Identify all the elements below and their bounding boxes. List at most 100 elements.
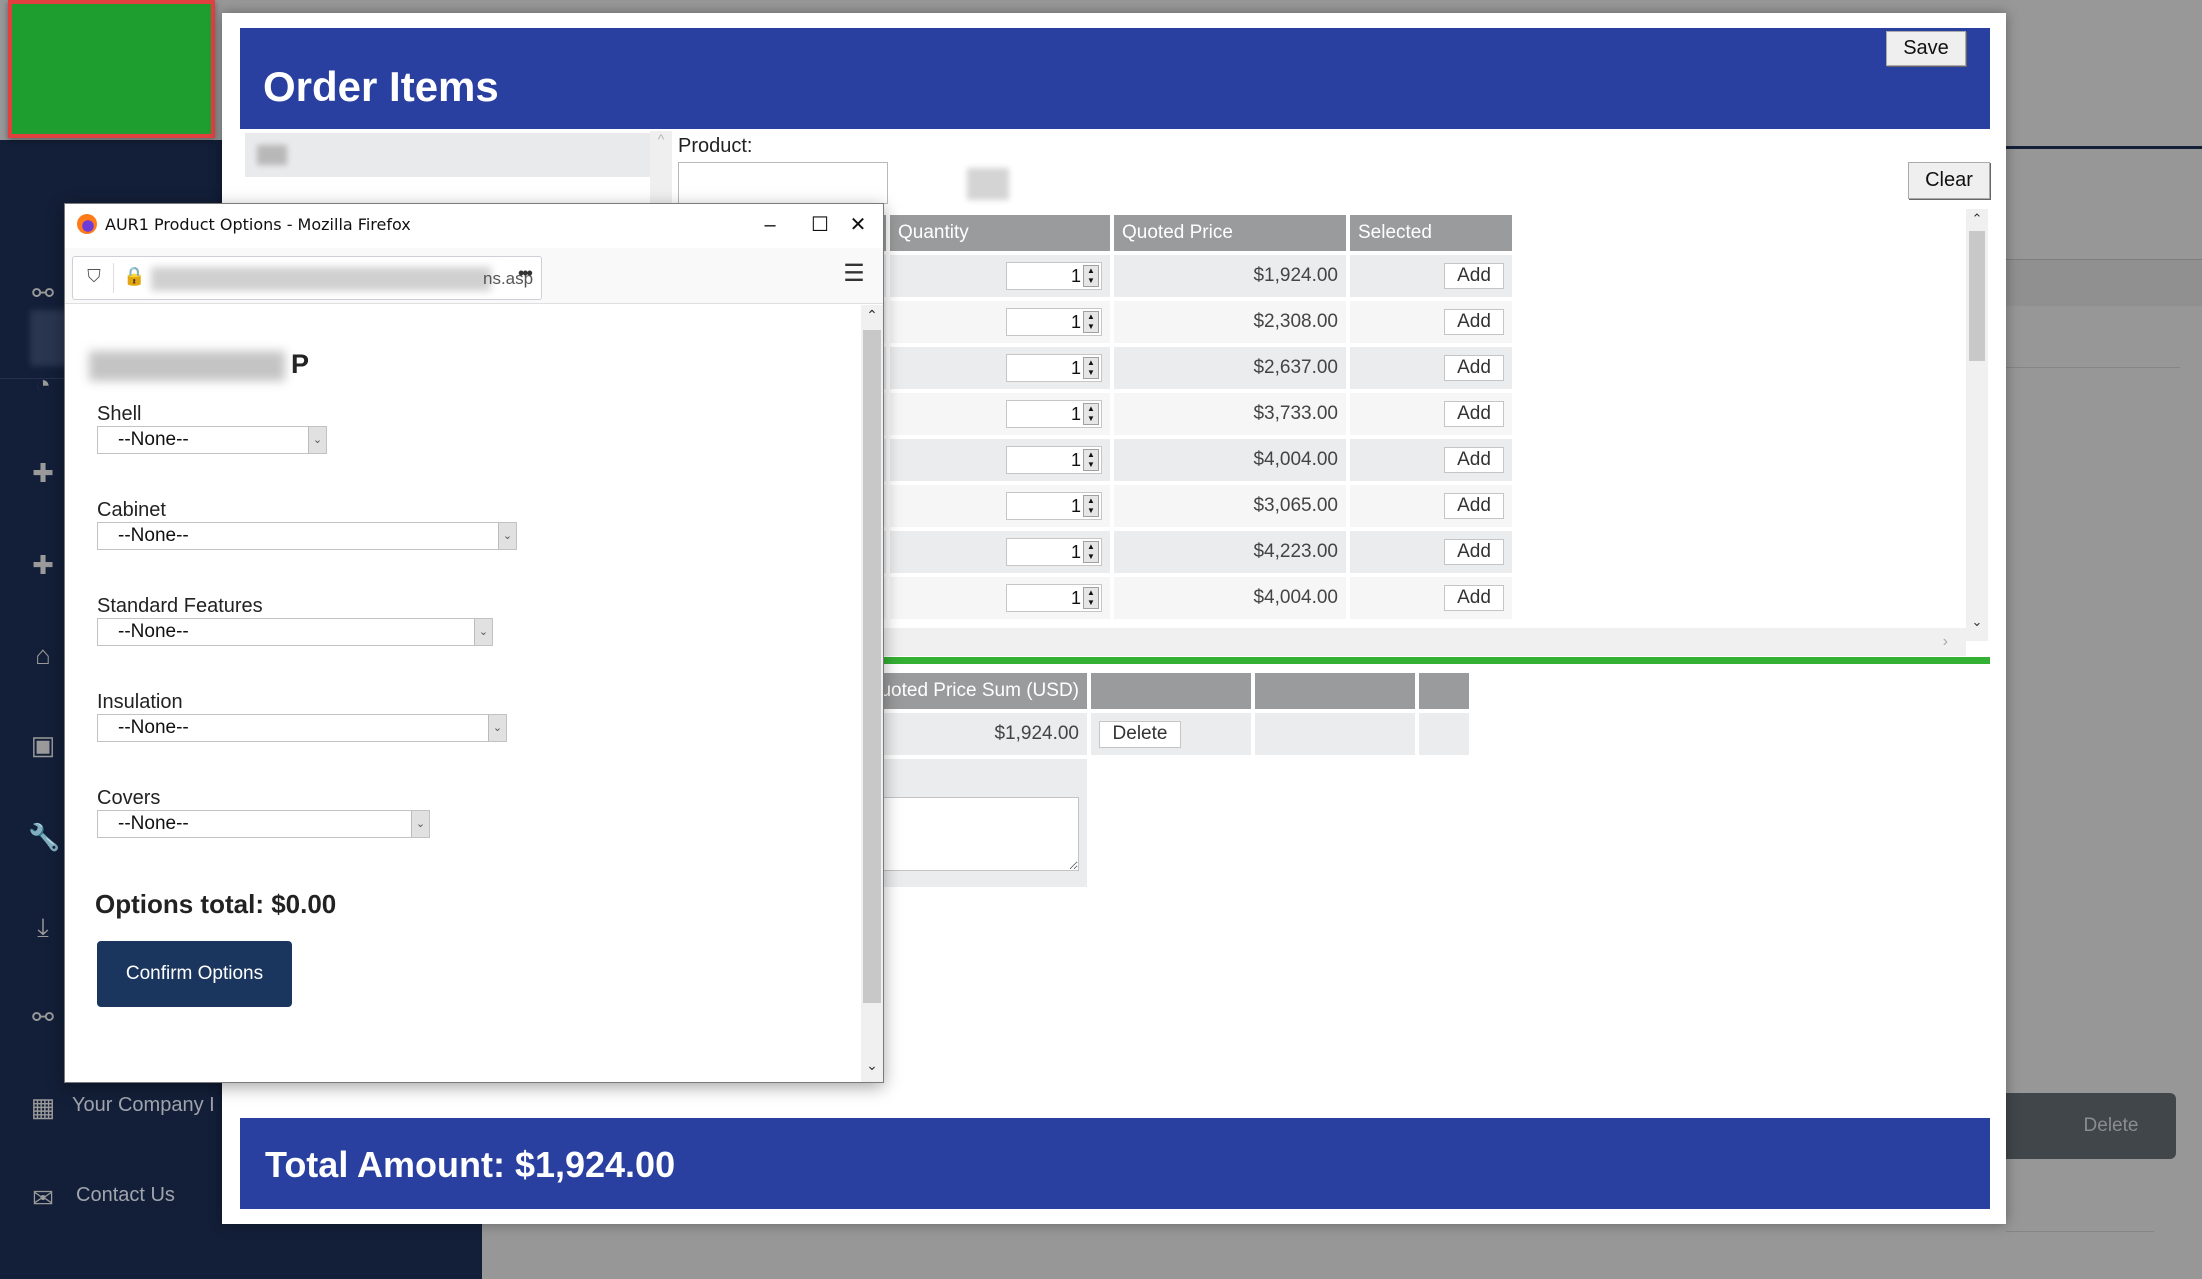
quantity-cell: 1▲▼ bbox=[890, 439, 1110, 481]
spinner-arrows-icon[interactable]: ▲▼ bbox=[1083, 311, 1099, 333]
browser-toolbar: ⛉ 🔒 ns.asp ••• ☰ bbox=[65, 248, 883, 304]
background-delete-button: Delete bbox=[2006, 1093, 2176, 1159]
selected-cell: Add bbox=[1350, 531, 1512, 573]
add-button[interactable]: Add bbox=[1444, 309, 1504, 335]
spinner-arrows-icon[interactable]: ▲▼ bbox=[1083, 587, 1099, 609]
add-button[interactable]: Add bbox=[1444, 263, 1504, 289]
quoted-price-cell: $4,004.00 bbox=[1114, 577, 1346, 619]
logo[interactable] bbox=[8, 0, 215, 138]
chevron-down-icon: ⌄ bbox=[498, 523, 516, 549]
redacted-button[interactable] bbox=[967, 168, 1009, 200]
quantity-stepper[interactable]: 1▲▼ bbox=[1006, 262, 1102, 290]
spinner-arrows-icon[interactable]: ▲▼ bbox=[1083, 265, 1099, 287]
delete-button[interactable]: Delete bbox=[1099, 720, 1181, 748]
lock-icon[interactable]: 🔒 bbox=[123, 266, 145, 290]
product-input[interactable] bbox=[678, 162, 888, 204]
spinner-arrows-icon[interactable]: ▲▼ bbox=[1083, 403, 1099, 425]
selected-cell: Add bbox=[1350, 485, 1512, 527]
link-icon[interactable]: ⚯ bbox=[28, 278, 58, 308]
product-heading: P bbox=[89, 349, 309, 381]
clear-button[interactable]: Clear bbox=[1908, 162, 1990, 199]
add-button[interactable]: Add bbox=[1444, 447, 1504, 473]
background-divider bbox=[2006, 367, 2180, 368]
url-bar[interactable]: ⛉ 🔒 ns.asp ••• bbox=[72, 256, 542, 300]
confirm-options-button[interactable]: Confirm Options bbox=[97, 941, 292, 1007]
options-total: Options total: $0.00 bbox=[95, 889, 337, 919]
product-options-popup-window: AUR1 Product Options - Mozilla Firefox –… bbox=[64, 203, 884, 1083]
quoted-price-cell: $3,733.00 bbox=[1114, 393, 1346, 435]
column-header-quoted-price: Quoted Price bbox=[1114, 215, 1346, 251]
spinner-arrows-icon[interactable]: ▲▼ bbox=[1083, 495, 1099, 517]
selected-cell: Add bbox=[1350, 301, 1512, 343]
add-button[interactable]: Add bbox=[1444, 401, 1504, 427]
hamburger-menu-icon[interactable]: ☰ bbox=[839, 260, 869, 290]
insulation-select[interactable]: --None-- ⌄ bbox=[97, 714, 507, 742]
save-button[interactable]: Save bbox=[1886, 31, 1966, 66]
add-button[interactable]: Add bbox=[1444, 493, 1504, 519]
selected-cell: Add bbox=[1350, 255, 1512, 297]
column-header-selected: Selected bbox=[1350, 215, 1512, 251]
envelope-icon: ✉ bbox=[32, 1183, 54, 1213]
chevron-down-icon: ⌄ bbox=[411, 811, 429, 837]
scrollbar-thumb[interactable] bbox=[1969, 231, 1985, 361]
popup-scrollbar[interactable]: ⌃ ⌄ bbox=[861, 305, 883, 1082]
action-cell: Delete bbox=[1091, 713, 1251, 755]
page-actions-icon[interactable]: ••• bbox=[518, 263, 533, 284]
scroll-down-icon[interactable]: ⌄ bbox=[861, 1057, 883, 1074]
dashboard-icon[interactable]: ◔ bbox=[28, 369, 58, 399]
total-amount: Total Amount: $1,924.00 bbox=[265, 1144, 676, 1185]
redacted-text bbox=[257, 145, 287, 165]
product-search-pane[interactable] bbox=[245, 133, 650, 177]
selected-cell: Add bbox=[1350, 577, 1512, 619]
quantity-stepper[interactable]: 1▲▼ bbox=[1006, 538, 1102, 566]
download-icon[interactable]: ⤓ bbox=[28, 912, 58, 942]
quantity-stepper[interactable]: 1▲▼ bbox=[1006, 492, 1102, 520]
quantity-stepper[interactable]: 1▲▼ bbox=[1006, 308, 1102, 336]
quoted-price-cell: $2,637.00 bbox=[1114, 347, 1346, 389]
spinner-arrows-icon[interactable]: ▲▼ bbox=[1083, 357, 1099, 379]
link-icon[interactable]: ⚯ bbox=[28, 1002, 58, 1032]
column-header-action bbox=[1091, 673, 1251, 709]
products-table-scrollbar[interactable]: ⌃ ⌄ bbox=[1966, 209, 1988, 641]
scroll-up-icon[interactable]: ⌃ bbox=[861, 307, 883, 324]
quantity-cell: 1▲▼ bbox=[890, 531, 1110, 573]
scroll-down-icon[interactable]: ⌄ bbox=[1966, 614, 1988, 630]
hospital-icon[interactable]: ▣ bbox=[28, 730, 58, 760]
quantity-stepper[interactable]: 1▲▼ bbox=[1006, 354, 1102, 382]
scrollbar-thumb[interactable] bbox=[863, 330, 881, 1003]
standard-features-label: Standard Features bbox=[97, 595, 263, 617]
covers-select[interactable]: --None-- ⌄ bbox=[97, 810, 430, 838]
popup-page-content: P Shell --None-- ⌄ Cabinet --None-- ⌄ Stan… bbox=[65, 305, 861, 1082]
window-titlebar[interactable]: AUR1 Product Options - Mozilla Firefox –… bbox=[65, 204, 883, 248]
spinner-arrows-icon[interactable]: ▲▼ bbox=[1083, 541, 1099, 563]
column-header-quantity: Quantity bbox=[890, 215, 1110, 251]
spinner-arrows-icon[interactable]: ▲▼ bbox=[1083, 449, 1099, 471]
insulation-label: Insulation bbox=[97, 691, 183, 713]
quoted-price-cell: $4,004.00 bbox=[1114, 439, 1346, 481]
sidebar-item-contact-us[interactable]: Contact Us bbox=[76, 1184, 175, 1207]
cabinet-select[interactable]: --None-- ⌄ bbox=[97, 522, 517, 550]
standard-features-select[interactable]: --None-- ⌄ bbox=[97, 618, 493, 646]
quantity-stepper[interactable]: 1▲▼ bbox=[1006, 446, 1102, 474]
wrench-icon[interactable]: 🔧 bbox=[28, 822, 60, 852]
sidebar-item-your-company[interactable]: Your Company I bbox=[72, 1094, 215, 1117]
quoted-price-cell: $1,924.00 bbox=[1114, 255, 1346, 297]
shield-icon[interactable]: ⛉ bbox=[83, 266, 105, 290]
inbox-icon[interactable]: ⌂ bbox=[28, 640, 58, 670]
column-header-empty bbox=[1419, 673, 1469, 709]
shell-select[interactable]: --None-- ⌄ bbox=[97, 426, 327, 454]
add-button[interactable]: Add bbox=[1444, 539, 1504, 565]
quantity-stepper[interactable]: 1▲▼ bbox=[1006, 400, 1102, 428]
add-button[interactable]: Add bbox=[1444, 585, 1504, 611]
selected-cell: Add bbox=[1350, 347, 1512, 389]
close-icon[interactable]: ✕ bbox=[833, 208, 883, 242]
url-redacted bbox=[151, 267, 491, 291]
minimize-icon[interactable]: – bbox=[745, 208, 795, 242]
scroll-up-icon[interactable]: ⌃ bbox=[1966, 211, 1988, 227]
product-name-redacted bbox=[89, 350, 285, 381]
quantity-stepper[interactable]: 1▲▼ bbox=[1006, 584, 1102, 612]
plus-icon[interactable]: ✚ bbox=[28, 550, 58, 580]
column-header-empty bbox=[1255, 673, 1415, 709]
add-button[interactable]: Add bbox=[1444, 355, 1504, 381]
plus-icon[interactable]: ✚ bbox=[28, 458, 58, 488]
